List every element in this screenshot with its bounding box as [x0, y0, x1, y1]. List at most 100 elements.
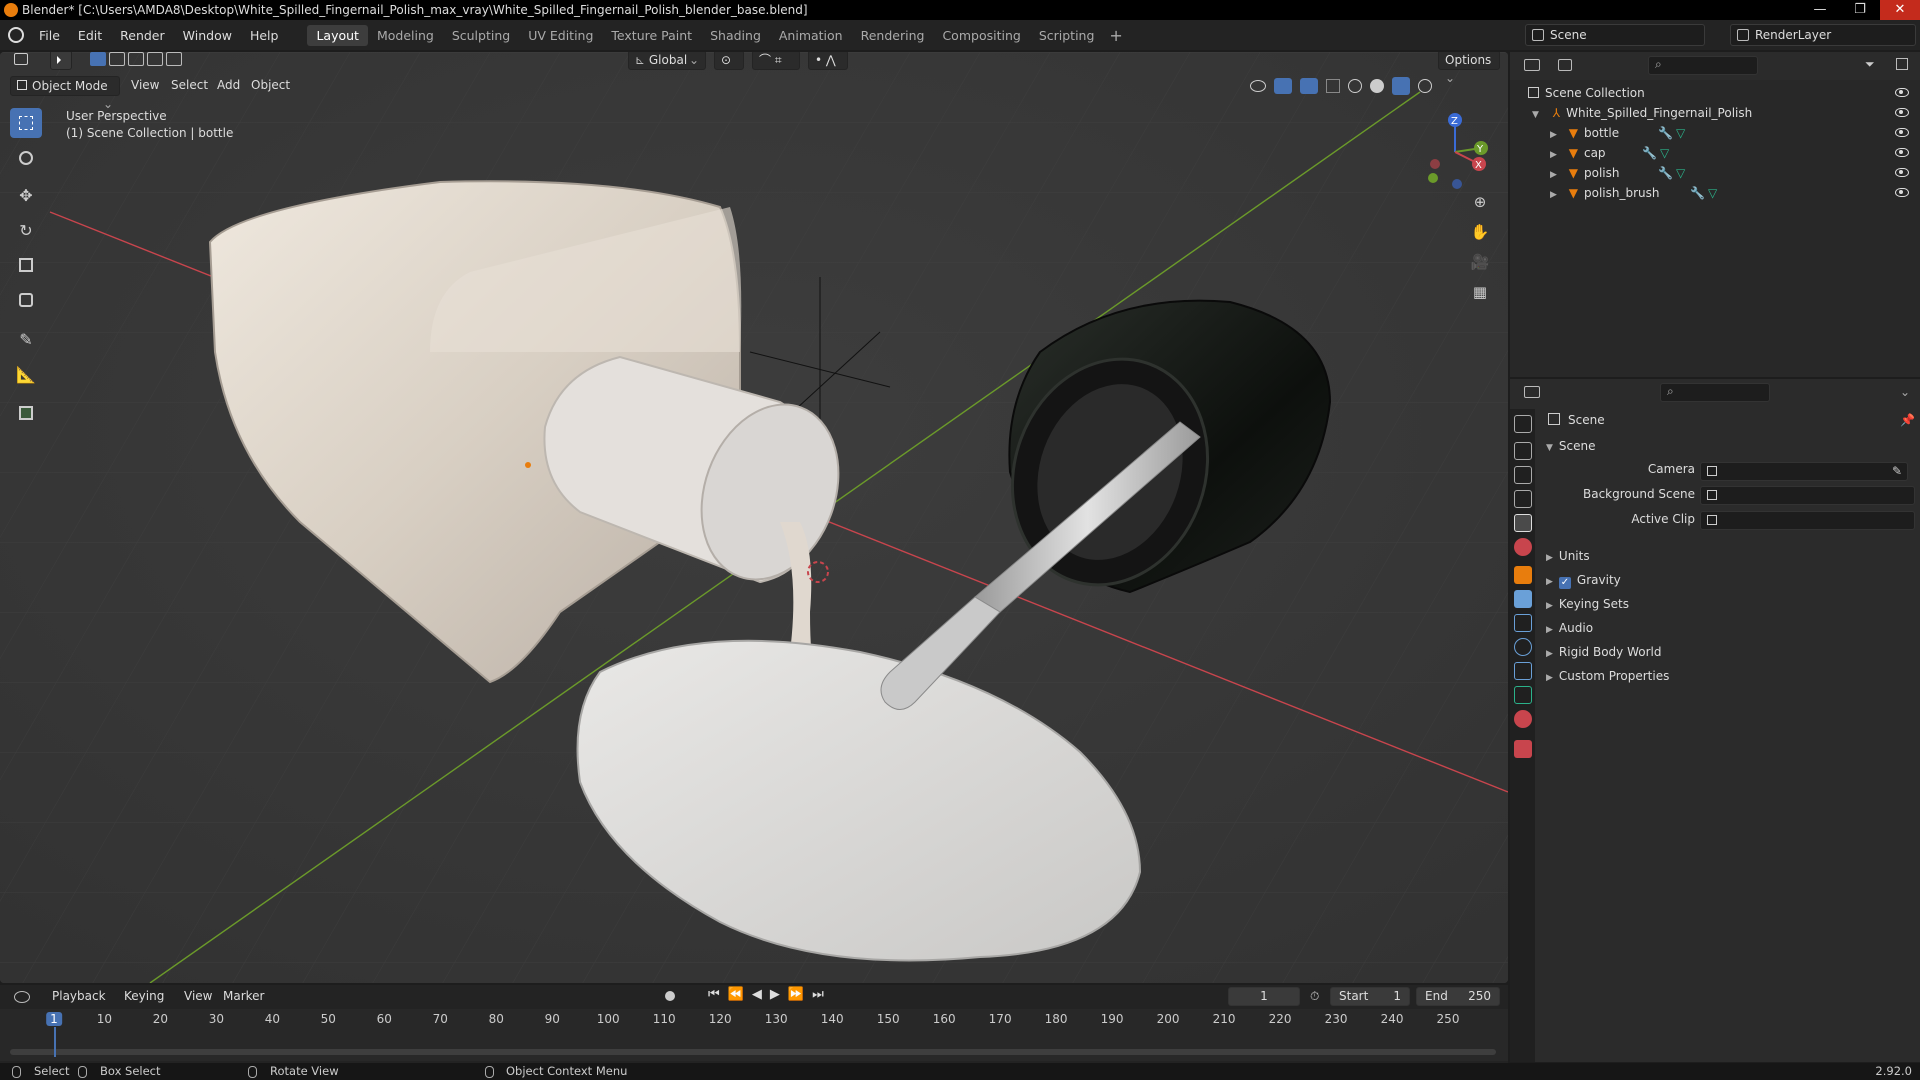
- material-tab-icon[interactable]: [1514, 710, 1532, 728]
- annotate-tool[interactable]: ✎: [10, 324, 42, 354]
- constraints-tab-icon[interactable]: [1514, 662, 1532, 680]
- viewport-menu-view[interactable]: View: [131, 78, 159, 92]
- outliner-collection-row[interactable]: ▼ ⅄ White_Spilled_Fingernail_Polish: [1532, 103, 1912, 123]
- xray-toggle-icon[interactable]: [1326, 79, 1340, 93]
- mode-dropdown[interactable]: Object Mode ⌄: [10, 76, 120, 111]
- modifier-wrench-icon[interactable]: 🔧: [1658, 123, 1673, 143]
- outliner-item-polish[interactable]: ▶ ▼ polish 🔧 ▽: [1550, 163, 1910, 183]
- outliner-search[interactable]: ⌕: [1648, 56, 1758, 75]
- mesh-data-icon[interactable]: ▽: [1708, 183, 1717, 203]
- 3d-viewport[interactable]: ⊾ Global ⌄ ⊙ ⌒ ⌗ • ⋀ Options ⌄ Object Mod…: [0, 52, 1508, 983]
- object-tab-icon[interactable]: [1514, 566, 1532, 584]
- proportional-edit-toggle[interactable]: • ⋀: [808, 52, 848, 70]
- timeline-menu-marker[interactable]: Marker: [223, 989, 264, 1003]
- view-layer-selector[interactable]: RenderLayer: [1730, 24, 1916, 46]
- tab-compositing[interactable]: Compositing: [933, 25, 1029, 46]
- expand-arrow-icon[interactable]: ▶: [1550, 130, 1557, 140]
- overlay-toggle-icon[interactable]: [1300, 78, 1318, 94]
- snap-toggle[interactable]: ⌒ ⌗: [752, 52, 800, 70]
- timeline-ruler[interactable]: 1 10 20 30 40 50 60 70 80 90 100 110 120 130 140 150 160…: [0, 1009, 1508, 1061]
- viewport-menu-select[interactable]: Select: [171, 78, 208, 92]
- units-panel[interactable]: ▶ Units: [1546, 546, 1916, 566]
- editor-type-button[interactable]: [8, 52, 42, 70]
- stopwatch-icon[interactable]: ⏱: [1310, 989, 1319, 1004]
- mesh-data-icon[interactable]: ▽: [1660, 143, 1669, 163]
- shading-material-icon[interactable]: [1392, 77, 1410, 95]
- viewport-menu-add[interactable]: Add: [217, 78, 240, 92]
- selection-mode-buttons[interactable]: [90, 52, 182, 66]
- collapse-arrow-icon[interactable]: ▼: [1532, 110, 1539, 120]
- outliner-editor-icon[interactable]: [1524, 59, 1540, 71]
- scene-selector[interactable]: Scene: [1525, 24, 1705, 46]
- custom-properties-panel[interactable]: ▶ Custom Properties: [1546, 666, 1916, 686]
- visibility-eye-icon[interactable]: [1895, 168, 1909, 177]
- visibility-filter-icon[interactable]: [1250, 80, 1266, 92]
- tab-shading[interactable]: Shading: [701, 25, 770, 46]
- expand-arrow-icon[interactable]: ▶: [1550, 170, 1557, 180]
- add-workspace-button[interactable]: +: [1103, 26, 1128, 45]
- visibility-eye-icon[interactable]: [1895, 128, 1909, 137]
- mesh-data-icon[interactable]: ▽: [1676, 123, 1685, 143]
- gravity-panel[interactable]: ▶ ✓ Gravity: [1546, 570, 1916, 590]
- menu-help[interactable]: Help: [250, 28, 279, 43]
- visibility-eye-icon[interactable]: [1895, 188, 1909, 197]
- toggle-ortho-button[interactable]: ▦: [1466, 278, 1494, 306]
- measure-tool[interactable]: 📐: [10, 359, 42, 389]
- transform-orientation-dropdown[interactable]: ⊾ Global ⌄: [628, 52, 706, 70]
- modifier-wrench-icon[interactable]: 🔧: [1658, 163, 1673, 183]
- mesh-data-icon[interactable]: ▽: [1676, 163, 1685, 183]
- modifier-wrench-icon[interactable]: 🔧: [1642, 143, 1657, 163]
- playhead-line[interactable]: [54, 1027, 56, 1057]
- expand-arrow-icon[interactable]: ▶: [1550, 150, 1557, 160]
- pan-view-button[interactable]: ✋: [1466, 218, 1494, 246]
- tab-scripting[interactable]: Scripting: [1030, 25, 1104, 46]
- filter-icon[interactable]: ⏷: [1865, 57, 1875, 72]
- output-tab-icon[interactable]: [1514, 466, 1532, 484]
- new-collection-icon[interactable]: [1896, 58, 1908, 70]
- keying-menu[interactable]: Keying ⌄: [118, 987, 176, 1021]
- render-tab-icon[interactable]: [1514, 442, 1532, 460]
- minimize-button[interactable]: —: [1800, 0, 1840, 20]
- select-intersect-icon[interactable]: [166, 52, 182, 66]
- expand-arrow-icon[interactable]: ▶: [1550, 190, 1557, 200]
- jump-end-icon[interactable]: ⏭: [812, 987, 824, 1002]
- tab-layout[interactable]: Layout: [307, 24, 368, 46]
- select-tool-toggle[interactable]: [50, 52, 72, 70]
- camera-view-button[interactable]: 🎥: [1466, 248, 1494, 276]
- tool-tab-icon[interactable]: [1514, 415, 1532, 433]
- gizmo-toggle-icon[interactable]: [1274, 78, 1292, 94]
- transform-tool[interactable]: [10, 285, 42, 315]
- tab-sculpting[interactable]: Sculpting: [443, 25, 519, 46]
- cursor-tool[interactable]: [10, 143, 42, 173]
- outliner-item-polish-brush[interactable]: ▶ ▼ polish_brush 🔧 ▽: [1550, 183, 1910, 203]
- physics-tab-icon[interactable]: [1514, 638, 1532, 656]
- gravity-checkbox[interactable]: ✓: [1558, 577, 1571, 589]
- menu-edit[interactable]: Edit: [78, 28, 102, 43]
- select-new-icon[interactable]: [90, 52, 106, 66]
- camera-field[interactable]: ✎: [1700, 462, 1908, 481]
- tab-uv-editing[interactable]: UV Editing: [519, 25, 602, 46]
- options-dropdown[interactable]: Options ⌄: [1438, 52, 1500, 85]
- close-button[interactable]: ✕: [1880, 0, 1920, 20]
- background-scene-field[interactable]: [1700, 486, 1915, 505]
- visibility-eye-icon[interactable]: [1895, 88, 1909, 97]
- outliner-item-bottle[interactable]: ▶ ▼ bottle 🔧 ▽: [1550, 123, 1910, 143]
- navigation-gizmo[interactable]: Z Y X: [1415, 112, 1495, 192]
- select-extend-icon[interactable]: [109, 52, 125, 66]
- audio-panel[interactable]: ▶ Audio: [1546, 618, 1916, 638]
- keying-sets-panel[interactable]: ▶ Keying Sets: [1546, 594, 1916, 614]
- timeline-scrollbar[interactable]: [10, 1049, 1496, 1055]
- record-icon[interactable]: [665, 991, 675, 1001]
- zoom-view-button[interactable]: ⊕: [1466, 188, 1494, 216]
- eyedropper-icon[interactable]: ✎: [1892, 464, 1902, 478]
- tab-animation[interactable]: Animation: [770, 25, 852, 46]
- modifier-tab-icon[interactable]: [1514, 590, 1532, 608]
- visibility-eye-icon[interactable]: [1895, 148, 1909, 157]
- scene-panel-header[interactable]: ▼ Scene: [1546, 436, 1916, 456]
- select-subtract-icon[interactable]: [128, 52, 144, 66]
- start-frame-field[interactable]: Start 1: [1330, 987, 1410, 1006]
- data-tab-icon[interactable]: [1514, 686, 1532, 704]
- outliner-item-cap[interactable]: ▶ ▼ cap 🔧 ▽: [1550, 143, 1910, 163]
- maximize-button[interactable]: ❐: [1840, 0, 1880, 20]
- texture-tab-icon[interactable]: [1514, 740, 1532, 758]
